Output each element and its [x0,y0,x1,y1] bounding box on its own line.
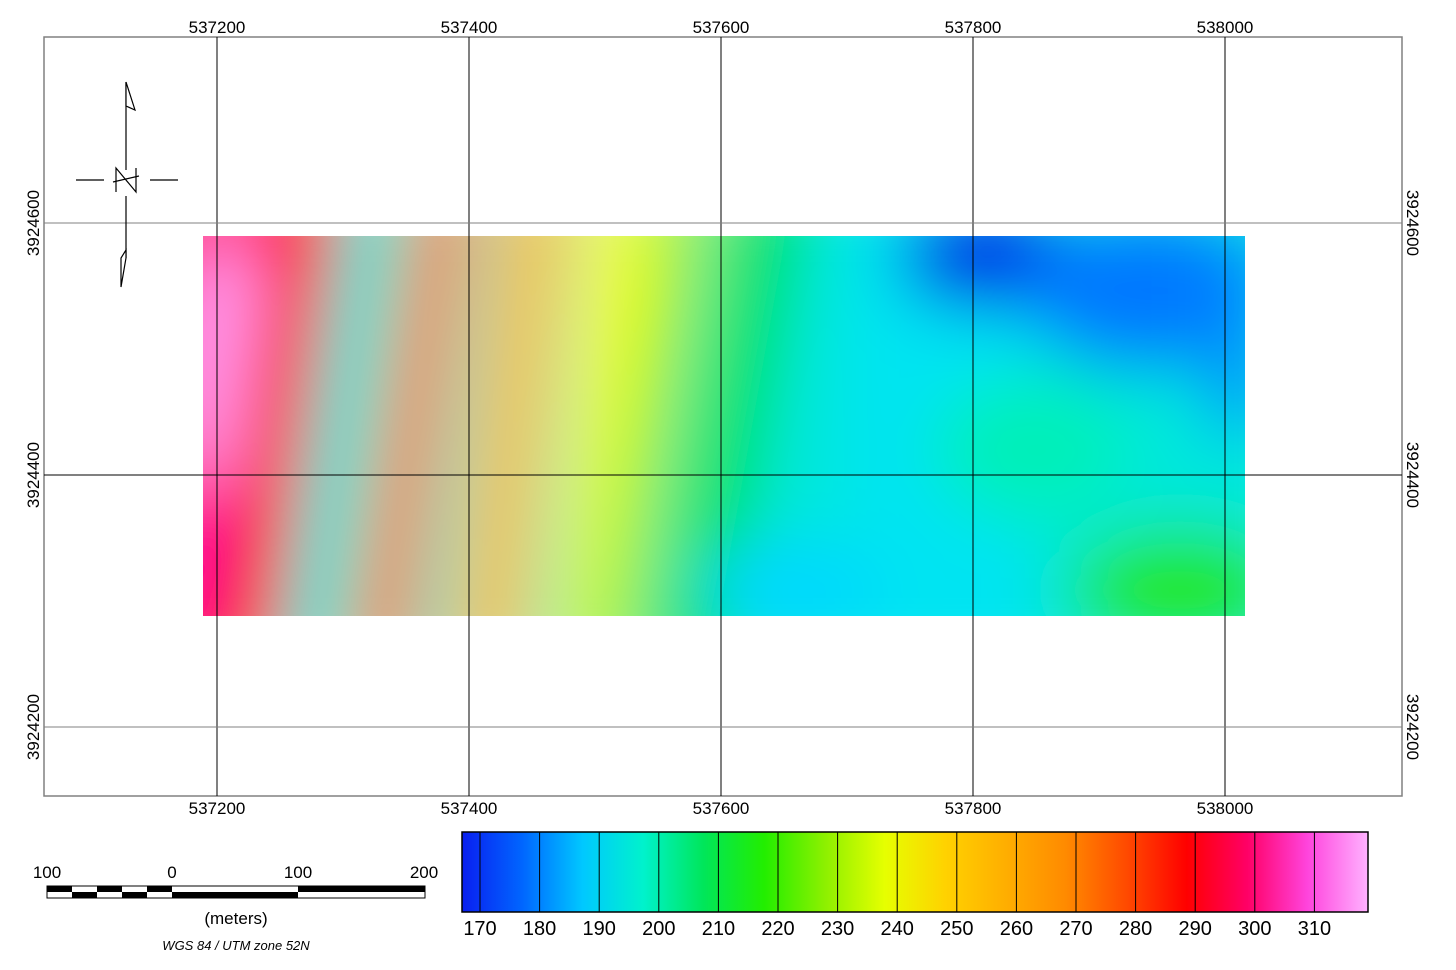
legend-label: 310 [1298,918,1331,940]
legend-label: 280 [1119,918,1152,940]
scale-bar [46,885,426,899]
x-tick-bottom: 537400 [441,799,498,818]
scale-label: 100 [33,863,61,882]
x-tick-bottom: 537800 [945,799,1002,818]
legend-label: 270 [1059,918,1092,940]
x-tick-top: 538000 [1197,18,1254,37]
y-tick-right: 3924200 [1403,694,1422,760]
x-tick-top: 537200 [189,18,246,37]
legend-label: 260 [1000,918,1033,940]
x-tick-bottom: 538000 [1197,799,1254,818]
x-tick-bottom: 537600 [693,799,750,818]
scale-units: (meters) [204,909,267,928]
legend-label: 240 [881,918,914,940]
scale-label: 0 [167,863,176,882]
y-tick-left: 3924600 [24,190,43,256]
legend-label: 250 [940,918,973,940]
legend-label: 170 [463,918,496,940]
legend-label: 210 [702,918,735,940]
scale-label: 100 [284,863,312,882]
color-legend: 170 180 190 200 210 220 230 240 250 260 270 280 290 3… [461,831,1369,940]
x-tick-top: 537600 [693,18,750,37]
map-figure: 537200 537400 537600 537800 538000 53720… [24,18,1422,953]
legend-label: 190 [583,918,616,940]
legend-label: 200 [642,918,675,940]
y-tick-left: 3924200 [24,694,43,760]
y-tick-right: 3924600 [1403,190,1422,256]
legend-label: 300 [1238,918,1271,940]
interpolated-raster [203,236,1245,616]
y-tick-right: 3924400 [1403,442,1422,508]
legend-label: 230 [821,918,854,940]
legend-color-bar [461,831,1369,913]
x-tick-top: 537400 [441,18,498,37]
y-tick-left: 3924400 [24,442,43,508]
scale-label: 200 [410,863,438,882]
crs-label: WGS 84 / UTM zone 52N [162,938,310,953]
x-tick-bottom: 537200 [189,799,246,818]
x-tick-top: 537800 [945,18,1002,37]
legend-label: 180 [523,918,556,940]
legend-label: 290 [1179,918,1212,940]
legend-label: 220 [761,918,794,940]
